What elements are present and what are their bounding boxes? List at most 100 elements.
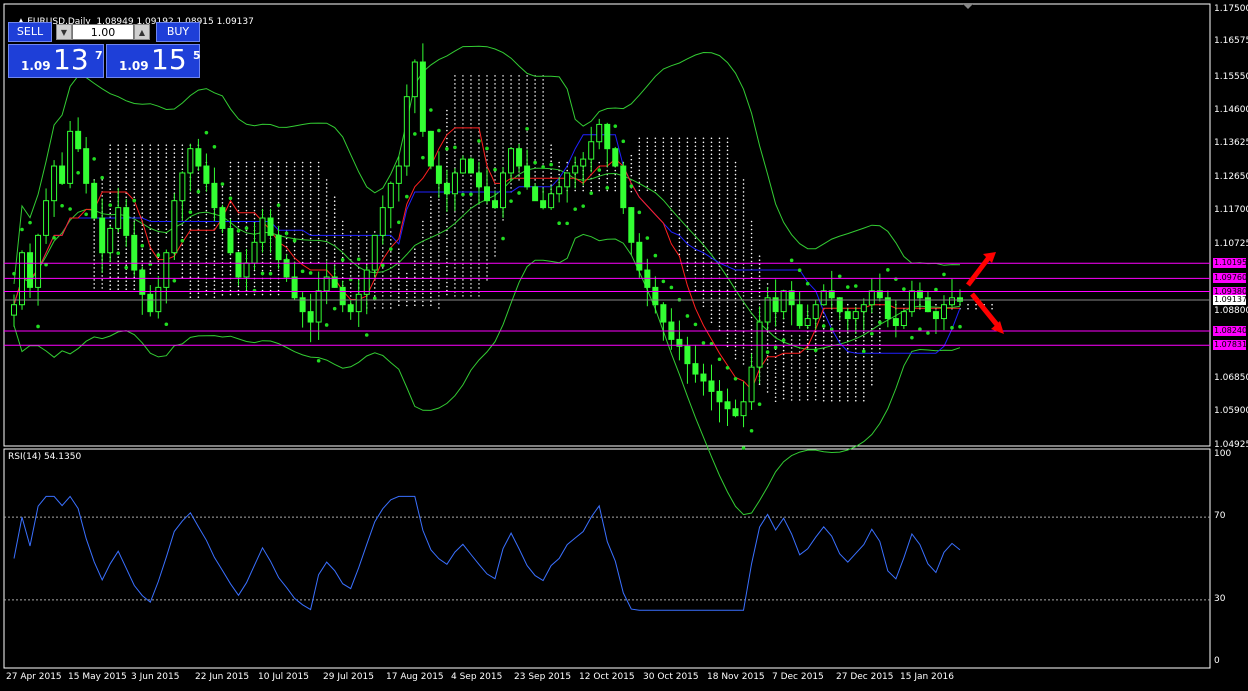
- cloud-dot: [277, 209, 280, 212]
- candle-body: [492, 200, 499, 209]
- cloud-dot: [510, 75, 512, 77]
- cloud-dot: [830, 367, 833, 370]
- cloud-dot: [734, 317, 737, 320]
- cloud-dot: [686, 229, 689, 232]
- sell-button[interactable]: SELL: [8, 22, 52, 42]
- cloud-dot: [293, 205, 296, 208]
- cloud-dot: [470, 243, 472, 245]
- sar-dot: [797, 268, 802, 273]
- cloud-dot: [726, 153, 729, 156]
- cloud-dot: [838, 355, 841, 358]
- cloud-dot: [814, 338, 817, 341]
- lot-size-input[interactable]: 1.00: [72, 24, 134, 40]
- cloud-dot: [398, 272, 400, 275]
- cloud-dot: [149, 204, 152, 207]
- cloud-dot: [702, 285, 705, 288]
- cloud-dot: [381, 295, 384, 297]
- sell-price-box[interactable]: 1.09 13 7: [8, 43, 104, 78]
- cloud-dot: [766, 347, 769, 349]
- candle-body: [59, 165, 66, 184]
- cloud-dot: [694, 181, 697, 184]
- cloud-dot: [686, 161, 689, 164]
- cloud-dot: [325, 183, 328, 185]
- cloud-dot: [702, 233, 705, 236]
- candle-body: [556, 186, 563, 195]
- chart-window[interactable]: ▲ EURUSD,Daily 1.08949 1.09192 1.08915 1…: [0, 0, 1248, 691]
- cloud-dot: [478, 87, 480, 89]
- cloud-dot: [638, 165, 641, 168]
- cloud-dot: [662, 165, 665, 168]
- cloud-dot: [750, 320, 753, 323]
- cloud-dot: [205, 265, 208, 268]
- cloud-dot: [646, 153, 649, 156]
- cloud-dot: [638, 189, 641, 192]
- cloud-dot: [133, 280, 136, 283]
- cloud-dot: [518, 79, 520, 81]
- cloud-dot: [750, 328, 753, 331]
- cloud-dot: [494, 179, 496, 181]
- cloud-dot: [301, 225, 304, 228]
- sar-dot: [773, 345, 778, 350]
- cloud-dot: [686, 193, 689, 196]
- cloud-dot: [718, 285, 721, 288]
- cloud-dot: [157, 180, 160, 183]
- cloud-dot: [245, 241, 248, 244]
- cloud-dot: [806, 378, 809, 381]
- cloud-dot: [141, 196, 144, 199]
- cloud-dot: [141, 184, 144, 187]
- cloud-dot: [694, 145, 697, 148]
- lot-decrease-button[interactable]: ▼: [56, 24, 72, 40]
- cloud-dot: [301, 213, 304, 216]
- cloud-dot: [534, 171, 536, 173]
- cloud-dot: [846, 355, 849, 358]
- cloud-dot: [478, 151, 480, 153]
- cloud-dot: [237, 201, 240, 204]
- cloud-dot: [686, 205, 689, 208]
- sar-dot: [870, 331, 874, 336]
- cloud-dot: [373, 295, 376, 297]
- cloud-dot: [301, 245, 304, 248]
- cloud-dot: [694, 213, 697, 216]
- cloud-dot: [101, 283, 103, 285]
- cloud-dot: [526, 91, 528, 93]
- cloud-dot: [518, 131, 520, 133]
- cloud-dot: [430, 276, 432, 279]
- cloud-dot: [245, 217, 248, 220]
- cloud-dot: [742, 187, 745, 189]
- cloud-dot: [109, 168, 112, 171]
- cloud-dot: [838, 323, 841, 326]
- cloud-dot: [774, 376, 777, 379]
- buy-price-box[interactable]: 1.09 15 5: [106, 43, 201, 78]
- cloud-dot: [718, 289, 721, 292]
- candle-body: [580, 158, 587, 167]
- cloud-dot: [814, 386, 817, 389]
- cloud-dot: [462, 139, 464, 141]
- cloud-dot: [317, 177, 320, 180]
- cloud-dot: [494, 91, 496, 93]
- cloud-dot: [406, 292, 408, 295]
- cloud-dot: [766, 391, 769, 393]
- candle-body: [604, 123, 611, 150]
- cloud-dot: [486, 87, 488, 89]
- candle-body: [756, 321, 763, 368]
- cloud-dot: [454, 115, 456, 117]
- date-axis-label: 15 Jan 2016: [900, 672, 954, 682]
- cloud-dot: [269, 201, 272, 204]
- cloud-dot: [189, 256, 192, 259]
- cloud-dot: [726, 137, 729, 140]
- cloud-dot: [462, 99, 464, 101]
- sar-dot: [413, 132, 417, 136]
- cloud-dot: [253, 201, 256, 204]
- cloud-dot: [862, 355, 865, 358]
- buy-button[interactable]: BUY: [156, 22, 200, 42]
- rsi-axis-label: 0: [1214, 656, 1220, 666]
- candle-body: [99, 217, 106, 254]
- cloud-dot: [454, 279, 456, 281]
- cloud-dot: [766, 371, 769, 373]
- cloud-dot: [149, 252, 152, 255]
- cloud-dot: [782, 389, 785, 392]
- cloud-dot: [446, 253, 448, 256]
- lot-increase-button[interactable]: ▲: [134, 24, 150, 40]
- chart-canvas[interactable]: [0, 0, 1248, 691]
- level-price-tag: 1.07831: [1213, 340, 1248, 351]
